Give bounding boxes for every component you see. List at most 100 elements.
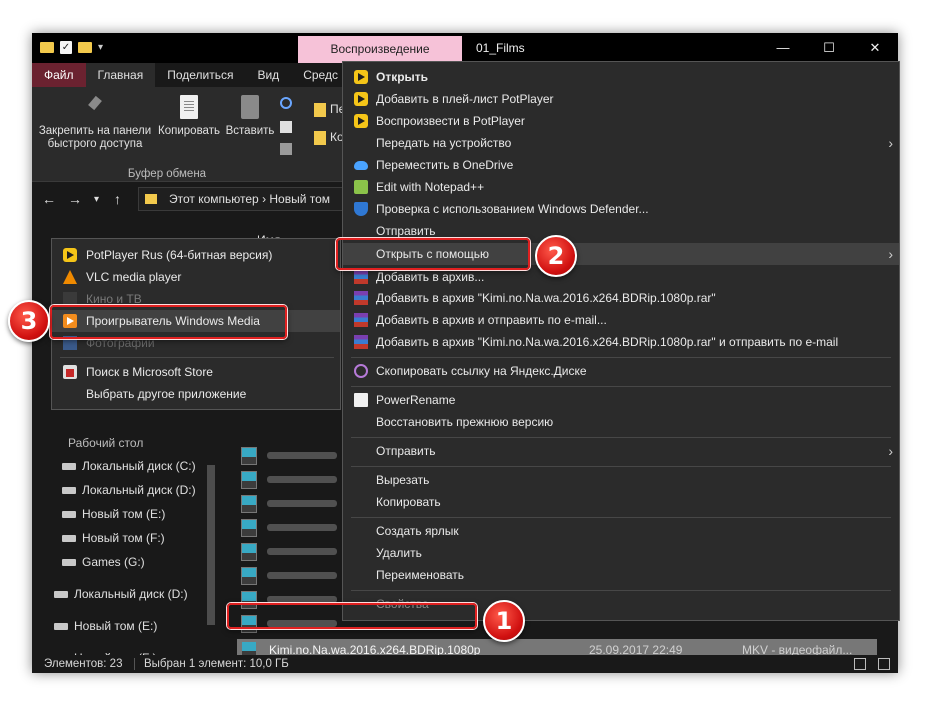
menu-item-archive-and-email[interactable]: Добавить в архив и отправить по e-mail..…	[343, 309, 899, 331]
winrar-icon	[354, 291, 368, 305]
copy-to-icon[interactable]	[314, 131, 326, 145]
back-icon[interactable]: ←	[42, 191, 56, 207]
menu-item-scan-windows-defender[interactable]: Проверка с использованием Windows Defend…	[343, 198, 899, 220]
copy-label: Копировать	[158, 125, 220, 137]
contextual-tab-playback[interactable]: Воспроизведение	[298, 36, 462, 63]
tab-share[interactable]: Поделиться	[155, 63, 245, 87]
menu-item-label: Воспроизвести в PotPlayer	[376, 114, 525, 128]
menu-separator	[351, 590, 891, 591]
nav-item-network-drive-d[interactable]: Локальный диск (D:)	[54, 584, 188, 604]
video-file-icon	[241, 447, 257, 465]
nav-item-drive-e[interactable]: Новый том (E:)	[62, 504, 165, 524]
copy-button[interactable]: Копировать	[154, 87, 224, 138]
menu-item-cut[interactable]: Вырезать	[343, 469, 899, 491]
properties-icon[interactable]: ✓	[60, 41, 72, 54]
menu-item-edit-with-notepad[interactable]: Edit with Notepad++	[343, 176, 899, 198]
movies-tv-icon	[63, 292, 77, 306]
tab-view[interactable]: Вид	[245, 63, 291, 87]
move-to-icon[interactable]	[314, 103, 326, 117]
menu-item-label: Удалить	[376, 546, 422, 560]
menu-item-powerrename[interactable]: PowerRename	[343, 389, 899, 411]
menu-item-send-to[interactable]: Отправить ›	[343, 440, 899, 462]
nav-item-drive-d[interactable]: Локальный диск (D:)	[62, 480, 196, 500]
menu-item-copy[interactable]: Копировать	[343, 491, 899, 513]
forward-icon[interactable]: →	[68, 191, 82, 207]
video-file-icon	[241, 471, 257, 489]
menu-item-label: Создать ярлык	[376, 524, 459, 538]
submenu-item-vlc[interactable]: VLC media player	[52, 266, 340, 288]
tab-file[interactable]: Файл	[32, 63, 86, 87]
tab-home[interactable]: Главная	[85, 63, 156, 87]
menu-item-rename[interactable]: Переименовать	[343, 564, 899, 586]
pin-to-quick-access-button[interactable]: Закрепить на панели быстрого доступа	[36, 87, 154, 151]
vlc-icon	[63, 270, 77, 284]
menu-item-label: Скопировать ссылку на Яндекс.Диске	[376, 364, 587, 378]
onedrive-icon	[354, 161, 368, 170]
minimize-button[interactable]: —	[760, 33, 806, 63]
pin-icon	[86, 97, 104, 119]
menu-item-move-to-onedrive[interactable]: Переместить в OneDrive	[343, 154, 899, 176]
maximize-button[interactable]: ☐	[806, 33, 852, 63]
submenu-arrow-icon: ›	[888, 135, 893, 151]
menu-item-restore-previous-versions[interactable]: Восстановить прежнюю версию	[343, 411, 899, 433]
menu-item-play-in-potplayer[interactable]: Воспроизвести в PotPlayer	[343, 110, 899, 132]
nav-item-drive-c[interactable]: Локальный диск (C:)	[62, 456, 196, 476]
up-icon[interactable]: ↑	[114, 191, 121, 207]
clipboard-group-label: Буфер обмена	[127, 168, 207, 180]
pin-label: Закрепить на панели быстрого доступа	[38, 125, 152, 150]
menu-item-create-shortcut[interactable]: Создать ярлык	[343, 520, 899, 542]
menu-item-label: Добавить в архив и отправить по e-mail..…	[376, 313, 607, 327]
nav-item-desktop[interactable]: Рабочий стол	[68, 433, 143, 453]
video-file-icon	[241, 495, 257, 513]
navigation-scrollbar[interactable]	[205, 465, 217, 655]
large-icons-view-icon[interactable]	[878, 658, 890, 670]
drive-icon	[62, 511, 76, 519]
menu-separator	[351, 466, 891, 467]
close-button[interactable]: ✕	[852, 33, 898, 63]
recent-locations-icon[interactable]: ▾	[94, 194, 99, 205]
menu-item-cast-to-device[interactable]: Передать на устройство ›	[343, 132, 899, 154]
submenu-item-label: PotPlayer Rus (64-битная версия)	[86, 248, 273, 262]
submenu-item-search-store[interactable]: Поиск в Microsoft Store	[52, 361, 340, 383]
nav-item-network-drive-e[interactable]: Новый том (E:)	[54, 616, 157, 636]
submenu-item-potplayer[interactable]: PotPlayer Rus (64-битная версия)	[52, 244, 340, 266]
folder-icon[interactable]	[40, 42, 54, 53]
paste-button[interactable]: Вставить	[222, 87, 278, 138]
menu-item-label: Edit with Notepad++	[376, 180, 485, 194]
menu-item-named-archive-and-email[interactable]: Добавить в архив "Kimi.no.Na.wa.2016.x26…	[343, 331, 899, 353]
selection-info: Выбран 1 элемент: 10,0 ГБ	[144, 658, 289, 670]
customize-toolbar-icon[interactable]: ▾	[98, 42, 103, 53]
cut-icon[interactable]	[280, 97, 292, 109]
file-name-blurred	[267, 452, 337, 459]
nav-item-drive-f[interactable]: Новый том (F:)	[62, 528, 165, 548]
status-bar: Элементов: 23 Выбран 1 элемент: 10,0 ГБ	[32, 655, 898, 673]
new-folder-icon[interactable]	[78, 42, 92, 53]
file-name-blurred	[267, 476, 337, 483]
menu-item-open[interactable]: Открыть	[343, 66, 899, 88]
scrollbar-thumb[interactable]	[207, 465, 215, 625]
menu-item-label: Добавить в архив "Kimi.no.Na.wa.2016.x26…	[376, 291, 716, 305]
menu-item-label: Открыть	[376, 70, 429, 84]
item-count: Элементов: 23	[44, 658, 123, 670]
file-name-blurred	[267, 596, 337, 603]
file-name-blurred	[267, 548, 337, 555]
nav-item-label: Games (G:)	[82, 555, 145, 569]
copy-path-icon[interactable]	[280, 121, 292, 133]
menu-item-copy-yandex-disk-link[interactable]: Скопировать ссылку на Яндекс.Диске	[343, 360, 899, 382]
paste-shortcut-icon[interactable]	[280, 143, 292, 155]
windows-defender-icon	[354, 202, 368, 216]
folder-icon	[145, 194, 157, 204]
submenu-item-choose-another-app[interactable]: Выбрать другое приложение	[52, 383, 340, 405]
details-view-icon[interactable]	[854, 658, 866, 670]
address-bar[interactable]: Этот компьютер › Новый том	[138, 187, 358, 211]
quick-access-toolbar: ✓ ▾	[40, 41, 103, 54]
menu-item-label: Передать на устройство	[376, 136, 512, 150]
menu-item-delete[interactable]: Удалить	[343, 542, 899, 564]
menu-item-add-to-potplayer-playlist[interactable]: Добавить в плей-лист PotPlayer	[343, 88, 899, 110]
menu-item-add-to-named-archive[interactable]: Добавить в архив "Kimi.no.Na.wa.2016.x26…	[343, 287, 899, 309]
drive-icon	[62, 535, 76, 543]
drive-icon	[54, 623, 68, 631]
menu-separator	[351, 386, 891, 387]
nav-item-drive-g[interactable]: Games (G:)	[62, 552, 145, 572]
notepad-plus-plus-icon	[354, 180, 368, 194]
